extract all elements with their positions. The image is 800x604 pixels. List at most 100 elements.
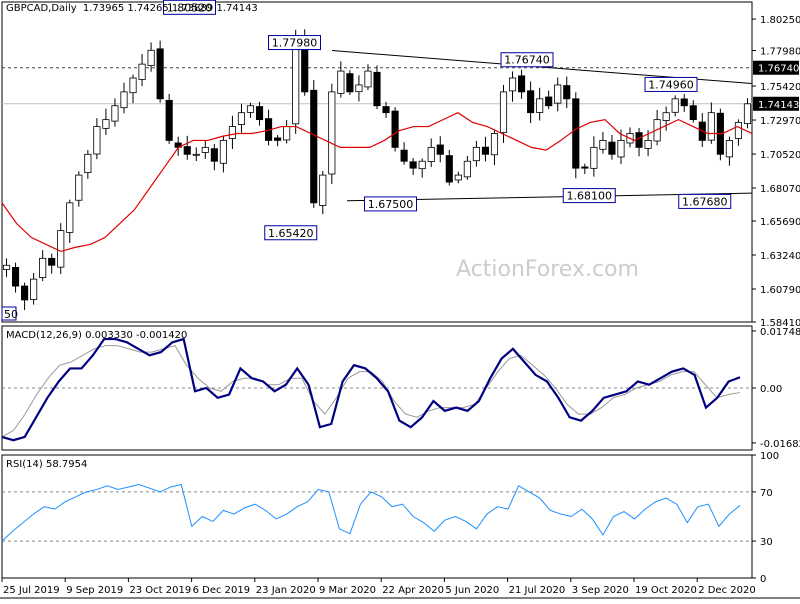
y-tick-label: 1.70520	[760, 150, 800, 161]
candle-body	[192, 153, 200, 156]
candle-body	[418, 160, 426, 170]
candle-body	[355, 84, 363, 93]
candle-body	[572, 98, 580, 169]
candle-body	[75, 174, 83, 201]
candle-body	[30, 278, 38, 300]
candle-body	[671, 98, 679, 113]
annotation-label: 1.77980	[272, 37, 318, 50]
candle-body	[472, 146, 480, 162]
candle-body	[11, 267, 20, 287]
level-price-tag: 1.76740	[753, 60, 799, 75]
rsi-tick-label: 70	[760, 488, 773, 499]
y-tick-label: 1.60790	[760, 285, 800, 296]
rsi-panel: RSI(14) 58.7954 100 70 30 0	[1, 451, 779, 585]
candle-body	[210, 148, 218, 162]
price-annotation: 1.76740	[500, 52, 554, 68]
candle-body	[129, 77, 137, 94]
candle-body	[481, 146, 489, 155]
candle-body	[102, 119, 110, 129]
rsi-tick-label: 0	[760, 574, 766, 585]
candle-body	[599, 140, 607, 150]
candle-body	[346, 73, 354, 93]
x-tick-label: 9 Sep 2019	[66, 585, 123, 596]
price-annotation: 1.68100	[562, 188, 616, 204]
candle-body	[201, 146, 209, 153]
candle-body	[237, 112, 246, 125]
candle-body	[689, 105, 697, 121]
y-tick-label: 1.72970	[760, 116, 800, 127]
candle-body	[635, 132, 643, 148]
candle-body	[563, 85, 571, 100]
ohlc-readout: 1.73965 1.74265 1.73889 1.74143	[82, 3, 258, 14]
candle-body	[508, 77, 517, 92]
price-annotation: 1.74960	[644, 76, 698, 92]
price-panel: ActionForex.com1.805201.779801.767401.74…	[1, 0, 800, 329]
partial-left-label: 50	[4, 308, 18, 321]
x-tick-label: 23 Jan 2020	[256, 585, 316, 596]
x-tick-label: 25 Jul 2019	[3, 585, 60, 596]
candle-body	[554, 84, 562, 104]
candle-body	[617, 140, 625, 158]
candle-body	[490, 133, 499, 156]
current-price-tag: 1.74143	[753, 96, 799, 111]
candle-body	[391, 110, 399, 148]
candle-body	[364, 70, 372, 88]
watermark: ActionForex.com	[456, 257, 639, 282]
annotation-label: 1.74960	[648, 78, 694, 91]
candle-body	[165, 99, 173, 141]
candle-body	[725, 140, 733, 158]
candle-body	[743, 103, 752, 125]
candle-body	[400, 149, 408, 162]
candle-body	[319, 174, 327, 206]
rsi-panel-frame	[1, 454, 753, 579]
candle-body	[518, 75, 526, 93]
candle-body	[2, 264, 11, 270]
instrument-label: GBPCAD,Daily	[6, 3, 77, 14]
rsi-title: RSI(14) 58.7954	[6, 459, 87, 470]
candle-body	[246, 105, 255, 113]
macd-panel: MACD(12,26,9) 0.003330 -0.001420 0.017482…	[1, 327, 800, 450]
candle-body	[93, 126, 101, 155]
candle-body	[183, 146, 191, 155]
macd-line	[1, 337, 741, 442]
candle-body	[680, 98, 688, 107]
price-annotation: 1.67680	[678, 193, 732, 209]
candle-body	[445, 155, 453, 183]
candle-body	[581, 166, 589, 169]
chart-root: ActionForex.com 1.80520 1.77980 1.76740 1.74…	[0, 0, 800, 600]
candle-body	[463, 160, 471, 178]
candle-body	[219, 140, 227, 164]
x-tick-label: 22 Apr 2020	[382, 585, 444, 596]
candle-body	[734, 121, 743, 139]
candle-body	[111, 105, 119, 122]
x-tick-label: 5 Jun 2020	[445, 585, 499, 596]
macd-title: MACD(12,26,9) 0.003330 -0.001420	[6, 330, 187, 341]
y-tick-label: 1.80250	[760, 15, 800, 26]
candle-body	[66, 202, 74, 233]
candle-body	[536, 98, 544, 113]
y-tick-label: 1.65690	[760, 217, 800, 228]
candle-body	[409, 161, 417, 169]
candle-body	[454, 174, 462, 181]
price-annotation: 1.67500	[364, 196, 417, 212]
candle-body	[274, 137, 282, 141]
candle-body	[436, 144, 444, 155]
y-tick-label: 1.68070	[760, 184, 800, 195]
price-tag-label: 1.76740	[758, 64, 799, 75]
x-tick-label: 9 Mar 2020	[319, 585, 376, 596]
price-panel-frame	[1, 1, 753, 323]
candle-body	[48, 257, 56, 266]
price-annotation: 1.65420	[264, 225, 318, 241]
chart-header: GBPCAD,Daily 1.73965 1.74265 1.73889 1.7…	[6, 3, 258, 14]
y-tick-label: 1.77980	[760, 47, 800, 58]
macd-tick-label: 0.017482	[760, 327, 800, 338]
annotation-label: 1.67680	[682, 195, 728, 208]
x-tick-label: 21 Jul 2020	[509, 585, 566, 596]
x-tick-label: 19 Oct 2020	[635, 585, 697, 596]
candle-body	[255, 106, 264, 121]
candle-body	[57, 230, 65, 268]
candle-body	[21, 285, 29, 301]
candle-body	[84, 153, 92, 173]
macd-tick-label: 0.00	[760, 384, 782, 395]
candle-body	[283, 126, 291, 141]
